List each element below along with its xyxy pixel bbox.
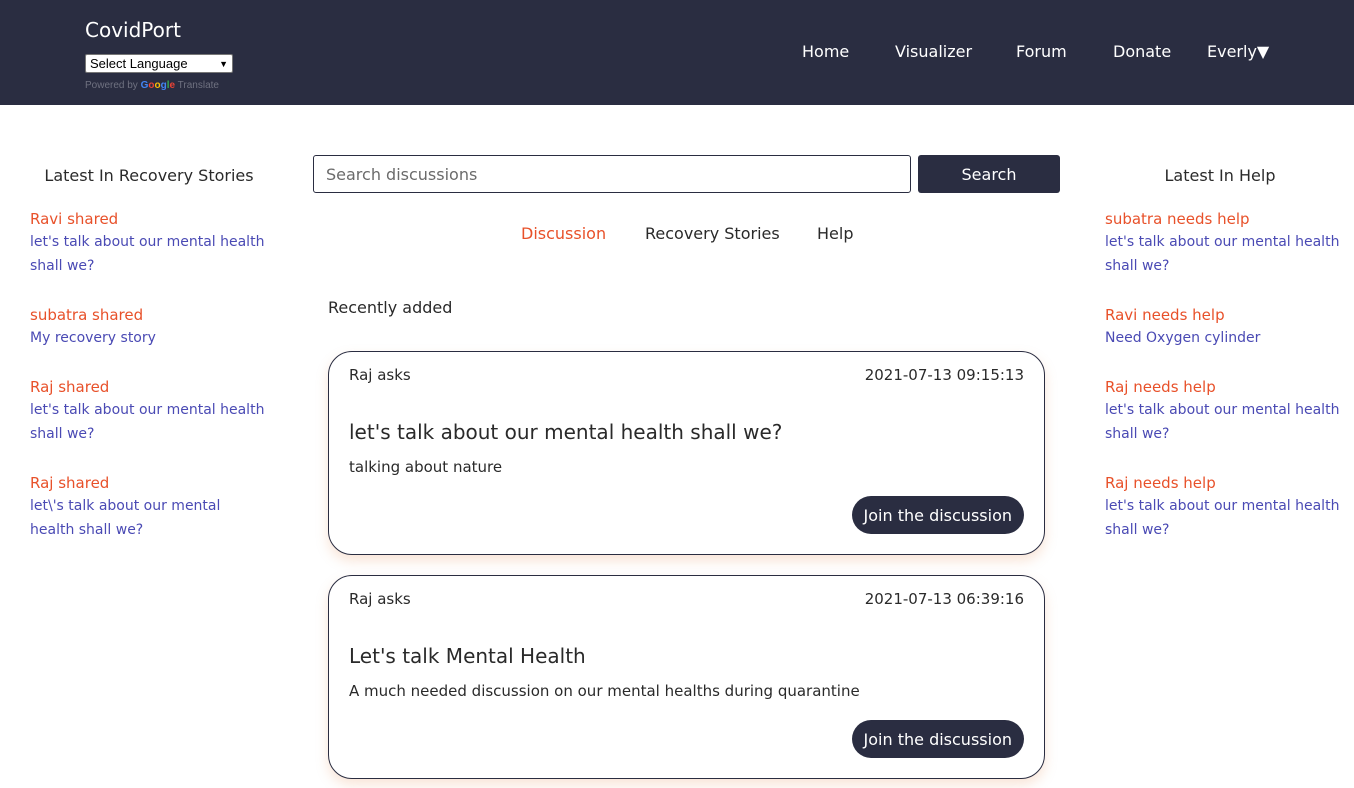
help-heading: Latest In Help: [1164, 166, 1276, 185]
nav-home[interactable]: Home: [802, 42, 849, 61]
list-item: Raj shared let\'s talk about our mental …: [30, 472, 240, 542]
top-header: CovidPort Select Language ▼ Powered by G…: [0, 0, 1354, 105]
google-logo: Google: [140, 80, 176, 91]
nav-forum[interactable]: Forum: [1016, 42, 1067, 61]
card-title: let's talk about our mental health shall…: [349, 420, 783, 444]
card-timestamp: 2021-07-13 09:15:13: [864, 366, 1024, 384]
help-author: subatra needs help: [1105, 210, 1250, 228]
section-heading: Recently added: [328, 298, 453, 317]
help-author: Raj needs help: [1105, 378, 1216, 396]
card-author: Raj asks: [349, 366, 411, 384]
help-link[interactable]: let's talk about our mental health shall…: [1105, 230, 1345, 278]
tab-recovery-stories[interactable]: Recovery Stories: [645, 224, 780, 243]
language-select[interactable]: Select Language ▼: [85, 54, 233, 73]
tab-help[interactable]: Help: [817, 224, 853, 243]
tab-discussion[interactable]: Discussion: [521, 224, 606, 243]
story-link[interactable]: My recovery story: [30, 326, 270, 350]
story-link[interactable]: let's talk about our mental health shall…: [30, 398, 270, 446]
recovery-stories-heading: Latest In Recovery Stories: [44, 166, 254, 185]
story-author: Raj shared: [30, 378, 110, 396]
story-author: Raj shared: [30, 474, 110, 492]
discussion-card: Raj asks 2021-07-13 09:15:13 let's talk …: [328, 351, 1045, 555]
list-item: Ravi shared let's talk about our mental …: [30, 208, 270, 278]
card-title: Let's talk Mental Health: [349, 644, 586, 668]
list-item: Raj shared let's talk about our mental h…: [30, 376, 270, 446]
list-item: Raj needs help let's talk about our ment…: [1105, 376, 1345, 446]
brand-logo[interactable]: CovidPort: [85, 18, 181, 42]
list-item: subatra shared My recovery story: [30, 304, 270, 350]
language-select-value: Select Language: [90, 56, 188, 71]
help-author: Raj needs help: [1105, 474, 1216, 492]
search-button[interactable]: Search: [918, 155, 1060, 193]
nav-donate[interactable]: Donate: [1113, 42, 1171, 61]
join-discussion-button[interactable]: Join the discussion: [851, 496, 1024, 534]
chevron-down-icon: ▼: [219, 58, 228, 69]
help-link[interactable]: let's talk about our mental health shall…: [1105, 398, 1345, 446]
story-author: Ravi shared: [30, 210, 119, 228]
translate-link[interactable]: Translate: [178, 80, 219, 91]
story-link[interactable]: let's talk about our mental health shall…: [30, 230, 270, 278]
card-author: Raj asks: [349, 590, 411, 608]
card-description: A much needed discussion on our mental h…: [349, 682, 860, 700]
story-author: subatra shared: [30, 306, 144, 324]
list-item: Ravi needs help Need Oxygen cylinder: [1105, 304, 1345, 350]
nav-visualizer[interactable]: Visualizer: [895, 42, 972, 61]
google-translate-attribution: Powered by Google Translate: [85, 80, 219, 91]
list-item: subatra needs help let's talk about our …: [1105, 208, 1345, 278]
help-link[interactable]: let's talk about our mental health shall…: [1105, 494, 1345, 542]
help-author: Ravi needs help: [1105, 306, 1225, 324]
card-timestamp: 2021-07-13 06:39:16: [864, 590, 1024, 608]
help-link[interactable]: Need Oxygen cylinder: [1105, 326, 1345, 350]
card-description: talking about nature: [349, 458, 503, 476]
search-input[interactable]: [313, 155, 911, 193]
list-item: Raj needs help let's talk about our ment…: [1105, 472, 1345, 542]
story-link[interactable]: let\'s talk about our mental health shal…: [30, 494, 240, 542]
nav-user-menu[interactable]: Everly▼: [1207, 42, 1269, 61]
join-discussion-button[interactable]: Join the discussion: [851, 720, 1024, 758]
powered-by-text: Powered by: [85, 80, 138, 91]
discussion-card: Raj asks 2021-07-13 06:39:16 Let's talk …: [328, 575, 1045, 779]
